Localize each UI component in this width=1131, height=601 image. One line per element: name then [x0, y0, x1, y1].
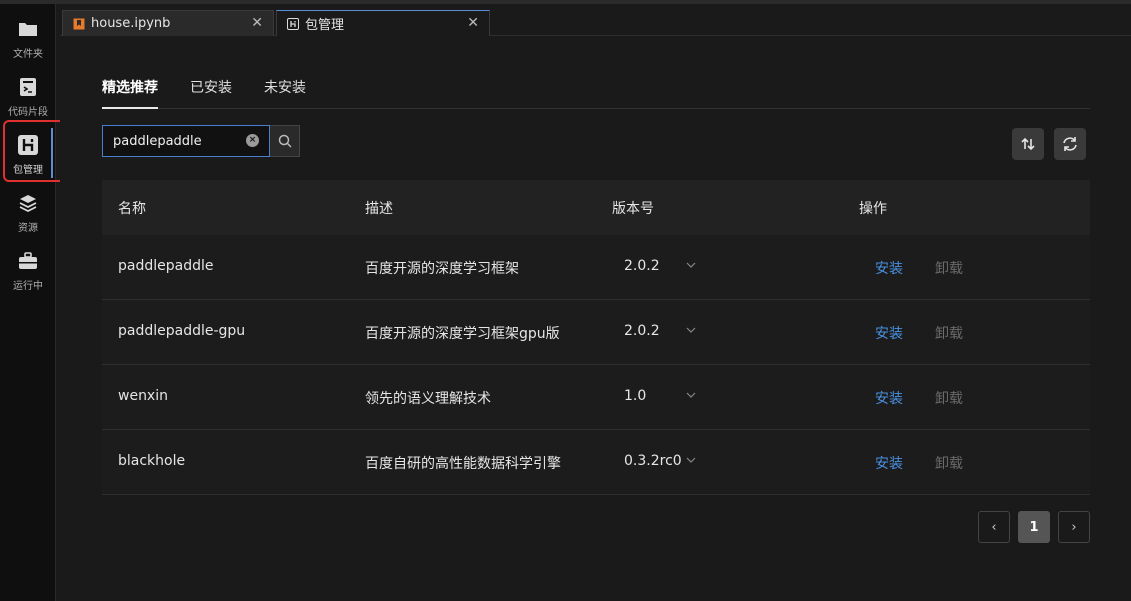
table-row: blackhole 百度自研的高性能数据科学引擎 0.3.2rc0 安装 卸载	[102, 430, 1090, 495]
snippet-icon	[17, 76, 39, 98]
sidebar-item-running[interactable]: 运行中	[0, 242, 56, 298]
table-row: paddlepaddle-gpu 百度开源的深度学习框架gpu版 2.0.2 安…	[102, 300, 1090, 365]
sidebar: 文件夹 代码片段 包管理 资源 运行中	[0, 4, 56, 601]
clear-icon[interactable]: ×	[246, 134, 259, 147]
package-description: 百度自研的高性能数据科学引擎	[365, 456, 561, 472]
sidebar-item-snippets[interactable]: 代码片段	[0, 68, 56, 124]
close-icon[interactable]: ✕	[251, 15, 263, 31]
sidebar-item-label: 代码片段	[8, 107, 48, 118]
tab-label: 包管理	[305, 18, 345, 33]
tab-label: house.ipynb	[91, 16, 171, 31]
app-window: 文件夹 代码片段 包管理 资源 运行中 house.ipynb ✕ 包管理 ✕ …	[0, 0, 1131, 601]
refresh-button[interactable]	[1054, 128, 1086, 160]
install-button[interactable]: 安装	[875, 258, 903, 278]
next-page-button[interactable]: ›	[1058, 511, 1090, 543]
sort-icon	[1021, 137, 1035, 151]
version-select[interactable]: 0.3.2rc0	[612, 453, 702, 469]
tab-house-ipynb[interactable]: house.ipynb ✕	[62, 10, 274, 36]
sidebar-item-package-manager[interactable]: 包管理	[0, 126, 56, 182]
search-icon	[278, 134, 292, 148]
prev-page-button[interactable]: ‹	[978, 511, 1010, 543]
version-select[interactable]: 2.0.2	[612, 258, 702, 274]
sort-button[interactable]	[1012, 128, 1044, 160]
uninstall-button[interactable]: 卸载	[935, 258, 963, 278]
sidebar-item-resources[interactable]: 资源	[0, 184, 56, 240]
package-table: 名称 描述 版本号 操作 paddlepaddle 百度开源的深度学习框架 2.…	[102, 180, 1090, 495]
search-bar: ×	[102, 125, 300, 157]
sidebar-item-label: 资源	[18, 223, 38, 234]
install-button[interactable]: 安装	[875, 388, 903, 408]
chevron-down-icon	[686, 392, 696, 398]
package-description: 百度开源的深度学习框架gpu版	[365, 326, 560, 342]
chevron-down-icon	[686, 262, 696, 268]
package-name: paddlepaddle	[118, 258, 214, 274]
uninstall-button[interactable]: 卸载	[935, 453, 963, 473]
uninstall-button[interactable]: 卸载	[935, 323, 963, 343]
version-select[interactable]: 1.0	[612, 388, 702, 404]
tab-bar: house.ipynb ✕ 包管理 ✕	[60, 4, 1131, 36]
column-action: 操作	[859, 201, 887, 217]
package-name: wenxin	[118, 388, 168, 404]
search-input[interactable]	[102, 125, 270, 157]
install-button[interactable]: 安装	[875, 323, 903, 343]
column-version: 版本号	[612, 201, 654, 217]
version-value: 2.0.2	[624, 323, 660, 339]
tab-package-manager[interactable]: 包管理 ✕	[276, 10, 490, 36]
package-icon	[17, 134, 39, 156]
uninstall-button[interactable]: 卸载	[935, 388, 963, 408]
category-tabs: 精选推荐 已安装 未安装	[102, 67, 1090, 109]
table-header: 名称 描述 版本号 操作	[102, 180, 1090, 235]
tab-installed[interactable]: 已安装	[190, 77, 232, 97]
version-value: 0.3.2rc0	[624, 453, 682, 469]
sidebar-item-label: 包管理	[13, 165, 43, 176]
chevron-down-icon	[686, 327, 696, 333]
version-value: 2.0.2	[624, 258, 660, 274]
search-button[interactable]	[270, 125, 300, 157]
sidebar-item-label: 运行中	[13, 281, 43, 292]
sidebar-item-label: 文件夹	[13, 49, 43, 60]
notebook-icon	[73, 18, 85, 30]
briefcase-icon	[17, 250, 39, 272]
table-row: paddlepaddle 百度开源的深度学习框架 2.0.2 安装 卸载	[102, 235, 1090, 300]
table-row: wenxin 领先的语义理解技术 1.0 安装 卸载	[102, 365, 1090, 430]
package-name: blackhole	[118, 453, 186, 469]
chevron-down-icon	[686, 457, 696, 463]
package-description: 领先的语义理解技术	[365, 391, 491, 407]
package-name: paddlepaddle-gpu	[118, 323, 246, 339]
version-select[interactable]: 2.0.2	[612, 323, 702, 339]
close-icon[interactable]: ✕	[467, 15, 479, 31]
version-value: 1.0	[624, 388, 647, 404]
sidebar-item-folder[interactable]: 文件夹	[0, 10, 56, 66]
column-description: 描述	[365, 201, 393, 217]
tab-featured[interactable]: 精选推荐	[102, 77, 158, 109]
layers-icon	[17, 192, 39, 214]
package-manager-panel: 精选推荐 已安装 未安装 × 名称 描述 版本号 操作 paddl	[60, 37, 1131, 601]
folder-icon	[17, 18, 39, 40]
install-button[interactable]: 安装	[875, 453, 903, 473]
tab-not-installed[interactable]: 未安装	[264, 77, 306, 97]
pagination: ‹ 1 ›	[978, 511, 1090, 543]
column-name: 名称	[118, 201, 146, 217]
package-icon	[287, 17, 299, 30]
refresh-icon	[1063, 137, 1077, 151]
package-description: 百度开源的深度学习框架	[365, 261, 519, 277]
page-1-button[interactable]: 1	[1018, 511, 1050, 543]
